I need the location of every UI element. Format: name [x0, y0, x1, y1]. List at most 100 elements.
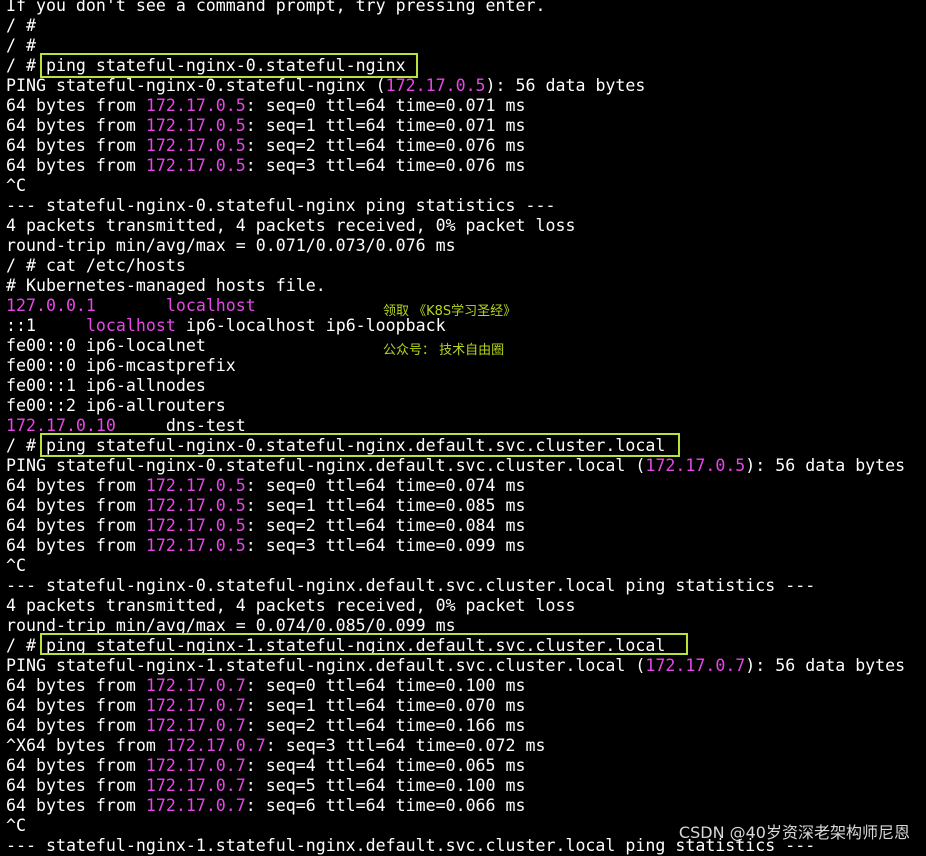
terminal-text: 4 packets transmitted, 4 packets receive… — [6, 216, 576, 235]
terminal-text: 64 bytes from — [6, 756, 146, 775]
terminal-line: / # — [6, 16, 926, 36]
terminal-highlight-text: 172.17.0.5 — [145, 136, 246, 155]
terminal-highlight-text: 172.17.0.7 — [145, 776, 246, 795]
terminal-text: : seq=4 ttl=64 time=0.065 ms — [245, 756, 526, 775]
terminal-highlight-text: 172.17.0.5 — [145, 156, 246, 175]
terminal-highlight-text: 172.17.0.7 — [145, 676, 246, 695]
terminal-line: PING stateful-nginx-0.stateful-nginx.def… — [6, 456, 926, 476]
terminal-line: fe00::1 ip6-allnodes — [6, 376, 926, 396]
terminal-text: PING stateful-nginx-0.stateful-nginx ( — [6, 76, 386, 95]
terminal-text: 64 bytes from — [6, 676, 146, 695]
promo-overlay-line-2: 公众号： 技术自由圈 — [383, 343, 505, 358]
terminal-line: 64 bytes from 172.17.0.5: seq=0 ttl=64 t… — [6, 96, 926, 116]
terminal-highlight-text: 172.17.0.7 — [165, 736, 266, 755]
terminal-text: : seq=3 ttl=64 time=0.099 ms — [245, 536, 526, 555]
terminal-text: round-trip min/avg/max = 0.071/0.073/0.0… — [6, 236, 456, 255]
terminal-highlight-text: 172.17.0.5 — [145, 516, 246, 535]
terminal-line: 64 bytes from 172.17.0.5: seq=3 ttl=64 t… — [6, 536, 926, 556]
terminal-text: : seq=1 ttl=64 time=0.070 ms — [245, 696, 526, 715]
terminal-text: : seq=1 ttl=64 time=0.085 ms — [245, 496, 526, 515]
terminal-text: : seq=2 ttl=64 time=0.084 ms — [245, 516, 526, 535]
terminal-output[interactable]: If you don't see a command prompt, try p… — [0, 0, 926, 856]
terminal-text: ): 56 data bytes — [745, 456, 906, 475]
terminal-text: : seq=3 ttl=64 time=0.076 ms — [245, 156, 526, 175]
terminal-highlight-text: 172.17.0.7 — [145, 696, 246, 715]
terminal-line: ^X64 bytes from 172.17.0.7: seq=3 ttl=64… — [6, 736, 926, 756]
terminal-line: fe00::2 ip6-allrouters — [6, 396, 926, 416]
terminal-text: ): 56 data bytes — [485, 76, 646, 95]
terminal-text: 64 bytes from — [6, 476, 146, 495]
terminal-line: 64 bytes from 172.17.0.7: seq=0 ttl=64 t… — [6, 676, 926, 696]
terminal-highlight-text: 172.17.0.5 — [145, 116, 246, 135]
terminal-text: 64 bytes from — [6, 716, 146, 735]
terminal-line: / # cat /etc/hosts — [6, 256, 926, 276]
terminal-text: 64 bytes from — [6, 796, 146, 815]
terminal-line: 64 bytes from 172.17.0.5: seq=2 ttl=64 t… — [6, 136, 926, 156]
terminal-highlight-text: 172.17.0.5 — [145, 96, 246, 115]
terminal-text: ^C — [6, 176, 26, 195]
terminal-text: : seq=0 ttl=64 time=0.100 ms — [245, 676, 526, 695]
terminal-text: PING stateful-nginx-1.stateful-nginx.def… — [6, 656, 646, 675]
terminal-highlight-text: 172.17.0.7 — [145, 756, 246, 775]
terminal-highlight-text: 172.17.0.7 — [145, 796, 246, 815]
terminal-text: fe00::0 ip6-localnet — [6, 336, 206, 355]
terminal-text: 64 bytes from — [6, 116, 146, 135]
terminal-highlight-text: 172.17.0.5 — [145, 476, 246, 495]
terminal-text: 64 bytes from — [6, 516, 146, 535]
terminal-text: ::1 — [6, 316, 86, 335]
terminal-text: fe00::0 ip6-mcastprefix — [6, 356, 236, 375]
terminal-line: 64 bytes from 172.17.0.7: seq=6 ttl=64 t… — [6, 796, 926, 816]
terminal-text: ): 56 data bytes — [745, 656, 906, 675]
terminal-text: : seq=1 ttl=64 time=0.071 ms — [245, 116, 526, 135]
terminal-line: 4 packets transmitted, 4 packets receive… — [6, 596, 926, 616]
terminal-line: 64 bytes from 172.17.0.5: seq=1 ttl=64 t… — [6, 116, 926, 136]
terminal-line: 64 bytes from 172.17.0.7: seq=5 ttl=64 t… — [6, 776, 926, 796]
terminal-text: 64 bytes from — [6, 536, 146, 555]
terminal-text: / # — [6, 36, 36, 55]
terminal-text: / # — [6, 16, 36, 35]
terminal-highlight-text: localhost — [85, 316, 176, 335]
terminal-line: fe00::0 ip6-mcastprefix — [6, 356, 926, 376]
terminal-text: : seq=2 ttl=64 time=0.166 ms — [245, 716, 526, 735]
terminal-text: : seq=6 ttl=64 time=0.066 ms — [245, 796, 526, 815]
terminal-highlight-text: 172.17.0.5 — [645, 456, 746, 475]
terminal-text: ^C — [6, 556, 26, 575]
terminal-line: PING stateful-nginx-1.stateful-nginx.def… — [6, 656, 926, 676]
terminal-line: 64 bytes from 172.17.0.7: seq=2 ttl=64 t… — [6, 716, 926, 736]
highlight-box-ping-1 — [40, 53, 418, 78]
highlight-box-ping-2 — [40, 433, 680, 457]
terminal-text: # Kubernetes-managed hosts file. — [6, 276, 326, 295]
terminal-text: : seq=0 ttl=64 time=0.071 ms — [245, 96, 526, 115]
terminal-text: fe00::1 ip6-allnodes — [6, 376, 206, 395]
terminal-line: 4 packets transmitted, 4 packets receive… — [6, 216, 926, 236]
terminal-text: --- stateful-nginx-0.stateful-nginx ping… — [6, 196, 556, 215]
terminal-line: ^C — [6, 556, 926, 576]
terminal-highlight-text: localhost — [165, 296, 256, 315]
terminal-text: If you don't see a command prompt, try p… — [6, 0, 546, 15]
terminal-line: If you don't see a command prompt, try p… — [6, 0, 926, 16]
terminal-text: fe00::2 ip6-allrouters — [6, 396, 226, 415]
terminal-line: --- stateful-nginx-0.stateful-nginx ping… — [6, 196, 926, 216]
terminal-line: ^C — [6, 176, 926, 196]
terminal-text: / # cat /etc/hosts — [6, 256, 186, 275]
terminal-line: 64 bytes from 172.17.0.7: seq=1 ttl=64 t… — [6, 696, 926, 716]
terminal-line: 64 bytes from 172.17.0.5: seq=2 ttl=64 t… — [6, 516, 926, 536]
terminal-line: 64 bytes from 172.17.0.5: seq=0 ttl=64 t… — [6, 476, 926, 496]
terminal-line: 64 bytes from 172.17.0.5: seq=1 ttl=64 t… — [6, 496, 926, 516]
terminal-text: : seq=0 ttl=64 time=0.074 ms — [245, 476, 526, 495]
terminal-highlight-text: 172.17.0.7 — [645, 656, 746, 675]
terminal-line: round-trip min/avg/max = 0.071/0.073/0.0… — [6, 236, 926, 256]
terminal-text: 64 bytes from — [6, 96, 146, 115]
promo-overlay-line-1: 领取 《K8S学习圣经》 — [383, 304, 517, 319]
terminal-text: 64 bytes from — [6, 136, 146, 155]
terminal-text: 64 bytes from — [6, 776, 146, 795]
terminal-highlight-text: 172.17.0.5 — [145, 536, 246, 555]
csdn-watermark: CSDN @40岁资深老架构师尼恩 — [678, 823, 910, 842]
terminal-highlight-text: 172.17.0.5 — [145, 496, 246, 515]
terminal-text: --- stateful-nginx-0.stateful-nginx.defa… — [6, 576, 816, 595]
terminal-highlight-text: 172.17.0.5 — [385, 76, 486, 95]
terminal-line: --- stateful-nginx-0.stateful-nginx.defa… — [6, 576, 926, 596]
terminal-highlight-text: 127.0.0.1 — [6, 296, 96, 315]
terminal-line: PING stateful-nginx-0.stateful-nginx (17… — [6, 76, 926, 96]
